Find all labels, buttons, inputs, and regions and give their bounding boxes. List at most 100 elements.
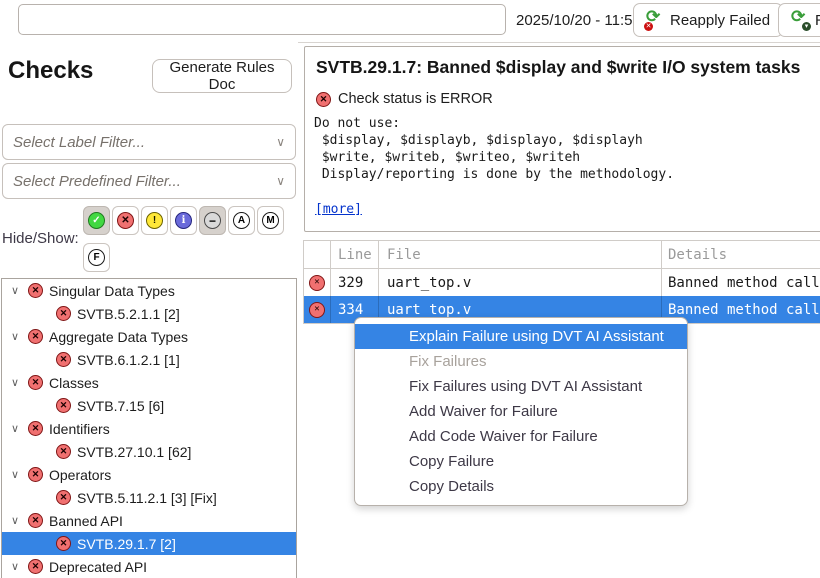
- reapply-failed-label: Reapply Failed: [670, 12, 770, 29]
- cell-file: uart_top.v: [379, 269, 662, 296]
- tree-item[interactable]: ∨ ✕ Singular Data Types: [2, 279, 296, 302]
- failure-row[interactable]: ✕ 329uart_top.vBanned method call: [304, 269, 820, 296]
- tree-item[interactable]: ✕ SVTB.29.1.7 [2]: [2, 532, 296, 555]
- toggle-pass[interactable]: ✓: [83, 206, 110, 235]
- toggle-m[interactable]: M: [257, 206, 284, 235]
- error-icon: ✕: [28, 513, 43, 528]
- more-link[interactable]: [more]: [315, 202, 362, 217]
- cell-details: Banned method call: [662, 269, 820, 296]
- error-icon: ✕: [309, 302, 325, 318]
- expander-chevron-icon[interactable]: ∨: [8, 560, 22, 573]
- error-icon: ✕: [56, 306, 71, 321]
- context-menu-item: Fix Failures: [355, 349, 687, 374]
- tree-item[interactable]: ∨ ✕ Operators: [2, 463, 296, 486]
- minus-icon: −: [204, 212, 221, 229]
- context-menu-item[interactable]: Explain Failure using DVT AI Assistant: [355, 324, 687, 349]
- tree-item[interactable]: ∨✕Identifiers: [2, 417, 296, 440]
- predefined-filter-placeholder: Select Predefined Filter...: [13, 173, 181, 190]
- expander-chevron-icon[interactable]: ∨: [8, 422, 22, 435]
- tree-item[interactable]: ∨ ✕ Deprecated API: [2, 555, 296, 578]
- tree-item-label: Deprecated API: [49, 559, 147, 575]
- hide-show-label: Hide/Show:: [2, 230, 79, 247]
- header-details: Details: [662, 241, 820, 268]
- check-status-text: Check status is ERROR: [338, 91, 493, 107]
- tree-item-label: Classes: [49, 375, 99, 391]
- chevron-down-icon: ∨: [276, 135, 285, 149]
- tree-item[interactable]: ∨✕Aggregate Data Types: [2, 325, 296, 348]
- error-icon: ✕: [28, 559, 43, 574]
- row-icon-cell: ✕: [304, 269, 331, 296]
- tree-item-label: Singular Data Types: [49, 283, 175, 299]
- tree-item-label: Operators: [49, 467, 111, 483]
- tree-item[interactable]: ✕SVTB.7.15 [6]: [2, 394, 296, 417]
- expander-chevron-icon[interactable]: ∨: [8, 514, 22, 527]
- error-icon: ✕: [56, 490, 71, 505]
- expander-chevron-icon[interactable]: ∨: [8, 284, 22, 297]
- header-icon-column: [304, 241, 331, 268]
- letter-a-icon: A: [233, 212, 250, 229]
- context-menu-item[interactable]: Add Code Waiver for Failure: [355, 424, 687, 449]
- checks-panel-title: Checks: [8, 57, 93, 85]
- chevron-down-icon: ∨: [276, 174, 285, 188]
- toggle-info[interactable]: i: [170, 206, 197, 235]
- check-description-box: SVTB.29.1.7: Banned $display and $write …: [304, 46, 820, 232]
- error-icon: ✕: [56, 444, 71, 459]
- error-icon: ✕: [28, 283, 43, 298]
- context-menu-item[interactable]: Fix Failures using DVT AI Assistant: [355, 374, 687, 399]
- error-icon: ✕: [316, 92, 331, 107]
- context-menu-item[interactable]: Add Waiver for Failure: [355, 399, 687, 424]
- context-menu-item[interactable]: Copy Failure: [355, 449, 687, 474]
- tree-item-label: SVTB.5.11.2.1 [3] [Fix]: [77, 490, 217, 506]
- reapply-label: Rea: [815, 12, 820, 29]
- toggle-a[interactable]: A: [228, 206, 255, 235]
- error-icon: ✕: [28, 375, 43, 390]
- label-filter-select[interactable]: Select Label Filter... ∨: [2, 124, 296, 160]
- reapply-failed-button[interactable]: ⟳ ✕ Reapply Failed: [633, 3, 783, 37]
- tree-item[interactable]: ✕ SVTB.5.11.2.1 [3] [Fix]: [2, 486, 296, 509]
- expander-chevron-icon[interactable]: ∨: [8, 376, 22, 389]
- failures-table-header: Line File Details: [304, 241, 820, 269]
- tree-item[interactable]: ✕ SVTB.6.1.2.1 [1]: [2, 348, 296, 371]
- toggle-suppressed[interactable]: −: [199, 206, 226, 235]
- letter-m-icon: M: [262, 212, 279, 229]
- check-icon: ✓: [88, 212, 105, 229]
- expander-chevron-icon[interactable]: ∨: [8, 468, 22, 481]
- tree-item-label: SVTB.7.15 [6]: [77, 398, 164, 414]
- error-icon: ✕: [117, 212, 134, 229]
- error-icon: ✕: [28, 467, 43, 482]
- toggle-row-2: F: [83, 243, 110, 272]
- context-menu-item[interactable]: Copy Details: [355, 474, 687, 499]
- tree-item-label: SVTB.6.1.2.1 [1]: [77, 352, 180, 368]
- check-description-text: Do not use: $display, $displayb, $displa…: [314, 115, 674, 183]
- tree-item-label: Banned API: [49, 513, 123, 529]
- row-icon-cell: ✕: [304, 296, 331, 323]
- context-menu: Explain Failure using DVT AI AssistantFi…: [354, 317, 688, 506]
- error-icon: ✕: [309, 275, 325, 291]
- tree-item-label: Aggregate Data Types: [49, 329, 188, 345]
- tree-item-label: SVTB.29.1.7 [2]: [77, 536, 176, 552]
- tree-item[interactable]: ✕SVTB.27.10.1 [62]: [2, 440, 296, 463]
- tree-item-label: SVTB.5.2.1.1 [2]: [77, 306, 180, 322]
- tree-item[interactable]: ∨ ✕ Banned API: [2, 509, 296, 532]
- reapply-button[interactable]: ⟳ ▾ Rea: [778, 3, 820, 37]
- error-icon: ✕: [56, 352, 71, 367]
- top-toolbar: 2025/10/20 - 11:57 ⟳ ✕ Reapply Failed ⟳ …: [0, 0, 820, 43]
- toggle-f[interactable]: F: [83, 243, 110, 272]
- header-file: File: [379, 241, 662, 268]
- tree-item[interactable]: ✕ SVTB.5.2.1.1 [2]: [2, 302, 296, 325]
- reapply-icon: ⟳ ▾: [791, 11, 809, 29]
- search-input[interactable]: [18, 4, 506, 35]
- checks-panel: Checks Generate Rules Doc Select Label F…: [0, 42, 298, 574]
- error-icon: ✕: [56, 536, 71, 551]
- reapply-failed-icon: ⟳ ✕: [646, 11, 664, 29]
- predefined-filter-select[interactable]: Select Predefined Filter... ∨: [2, 163, 296, 199]
- check-status-row: ✕ Check status is ERROR: [316, 91, 493, 107]
- info-icon: i: [175, 212, 192, 229]
- cell-line: 329: [331, 269, 379, 296]
- tree-item[interactable]: ∨ ✕ Classes: [2, 371, 296, 394]
- expander-chevron-icon[interactable]: ∨: [8, 330, 22, 343]
- generate-rules-doc-button[interactable]: Generate Rules Doc: [152, 59, 292, 93]
- toggle-error[interactable]: ✕: [112, 206, 139, 235]
- check-title: SVTB.29.1.7: Banned $display and $write …: [316, 57, 800, 78]
- toggle-warning[interactable]: !: [141, 206, 168, 235]
